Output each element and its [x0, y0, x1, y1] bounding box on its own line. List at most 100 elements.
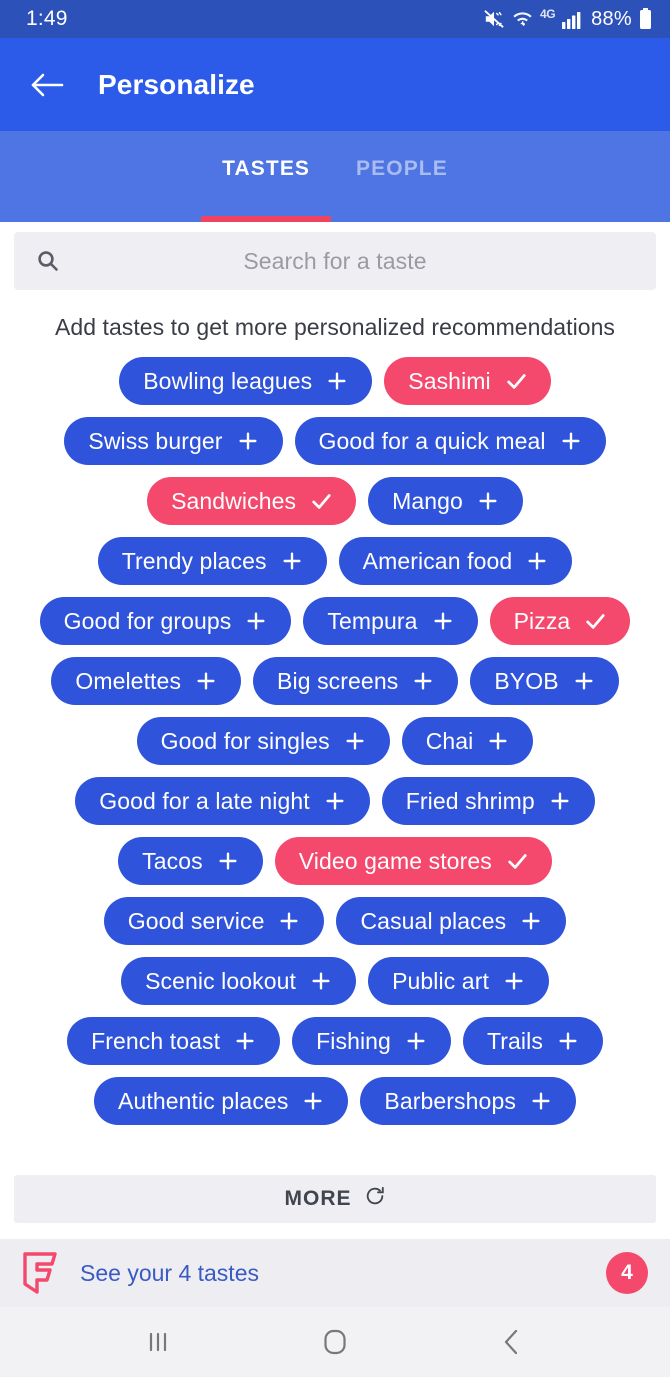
taste-chip[interactable]: Pizza — [489, 597, 631, 645]
taste-chip[interactable]: Sashimi — [384, 357, 551, 405]
taste-chip[interactable]: Trails — [462, 1017, 603, 1065]
chip-row: Trendy places American food — [6, 537, 664, 585]
taste-chip[interactable]: Casual places — [336, 897, 567, 945]
subtitle-text: Add tastes to get more personalized reco… — [55, 314, 615, 340]
taste-chip[interactable]: Scenic lookout — [121, 957, 357, 1005]
taste-chip-label: American food — [362, 547, 513, 574]
plus-icon — [234, 1030, 256, 1052]
taste-chip[interactable]: American food — [338, 537, 573, 585]
taste-chip-list: Bowling leagues Sashimi Swiss burger Good f… — [0, 357, 670, 1175]
taste-chip-label: Bowling leagues — [143, 367, 313, 394]
plus-icon — [278, 910, 300, 932]
taste-chip[interactable]: Good for a late night — [75, 777, 370, 825]
status-bar-icons: 4G 88% — [483, 7, 652, 31]
footer-link-label: See your 4 tastes — [80, 1259, 259, 1286]
taste-chip[interactable]: Swiss burger — [64, 417, 283, 465]
taste-chip[interactable]: Good for groups — [39, 597, 292, 645]
taste-chip[interactable]: Good for singles — [136, 717, 390, 765]
taste-chip[interactable]: Mango — [368, 477, 523, 525]
taste-chip[interactable]: Good for a quick meal — [294, 417, 606, 465]
taste-chip[interactable]: Video game stores — [274, 837, 552, 885]
taste-chip[interactable]: Tempura — [303, 597, 478, 645]
plus-icon — [245, 610, 267, 632]
personalize-screen: 1:49 4G 88% Personalize TASTES PEOPLE Se… — [0, 0, 670, 1377]
recents-icon[interactable] — [128, 1312, 188, 1372]
tab-tastes[interactable]: TASTES — [201, 157, 332, 222]
more-button-label: MORE — [284, 1187, 352, 1210]
android-nav-bar — [0, 1307, 670, 1377]
footer-bar[interactable]: See your 4 tastes 4 — [0, 1239, 670, 1307]
taste-chip[interactable]: Good service — [103, 897, 325, 945]
taste-chip[interactable]: Tacos — [118, 837, 263, 885]
taste-chip-label: Good for a late night — [99, 787, 310, 814]
plus-icon — [326, 370, 348, 392]
home-icon[interactable] — [305, 1312, 365, 1372]
wifi-icon — [512, 9, 533, 29]
taste-chip-label: Scenic lookout — [145, 967, 297, 994]
chip-row: Good for singles Chai — [6, 717, 664, 765]
plus-icon — [344, 730, 366, 752]
taste-chip[interactable]: French toast — [67, 1017, 281, 1065]
refresh-icon — [364, 1185, 386, 1213]
taste-count-badge: 4 — [606, 1252, 648, 1294]
plus-icon — [237, 430, 259, 452]
taste-chip-label: Fishing — [316, 1027, 391, 1054]
chip-row: Sandwiches Mango — [6, 477, 664, 525]
taste-chip-label: Authentic places — [118, 1087, 289, 1114]
search-icon — [36, 249, 60, 273]
plus-icon — [520, 910, 542, 932]
back-arrow-icon[interactable] — [24, 62, 70, 108]
taste-chip-label: Chai — [425, 727, 474, 754]
plus-icon — [530, 1090, 552, 1112]
back-chevron-icon[interactable] — [482, 1312, 542, 1372]
taste-chip-label: Swiss burger — [88, 427, 223, 454]
taste-chip[interactable]: Authentic places — [94, 1077, 349, 1125]
check-icon — [505, 370, 527, 392]
taste-chip[interactable]: BYOB — [470, 657, 619, 705]
battery-percent-label: 88% — [591, 7, 632, 30]
taste-chip[interactable]: Trendy places — [97, 537, 327, 585]
plus-icon — [573, 670, 595, 692]
taste-chip-label: Sandwiches — [171, 487, 297, 514]
taste-chip[interactable]: Fishing — [292, 1017, 451, 1065]
plus-icon — [549, 790, 571, 812]
taste-chip[interactable]: Fried shrimp — [381, 777, 595, 825]
taste-chip-label: Pizza — [513, 607, 571, 634]
taste-chip[interactable]: Omelettes — [51, 657, 242, 705]
chip-row: Authentic places Barbershops — [6, 1077, 664, 1125]
taste-chip[interactable]: Big screens — [253, 657, 459, 705]
plus-icon — [560, 430, 582, 452]
taste-chip-label: Public art — [392, 967, 489, 994]
plus-icon — [310, 970, 332, 992]
status-bar-time: 1:49 — [26, 7, 68, 30]
taste-chip[interactable]: Bowling leagues — [119, 357, 373, 405]
tab-bar: TASTES PEOPLE — [0, 131, 670, 222]
taste-chip[interactable]: Barbershops — [360, 1077, 576, 1125]
taste-chip[interactable]: Public art — [368, 957, 549, 1005]
taste-chip[interactable]: Sandwiches — [147, 477, 357, 525]
plus-icon — [412, 670, 434, 692]
search-input[interactable]: Search for a taste — [14, 232, 656, 290]
taste-chip-label: Big screens — [277, 667, 399, 694]
taste-chip-label: Fried shrimp — [405, 787, 535, 814]
taste-chip-label: Trails — [486, 1027, 543, 1054]
taste-chip-label: Video game stores — [298, 847, 492, 874]
taste-chip-label: Mango — [392, 487, 463, 514]
tab-people[interactable]: PEOPLE — [342, 157, 462, 222]
more-button[interactable]: MORE — [14, 1175, 656, 1223]
taste-chip-label: Casual places — [360, 907, 507, 934]
tab-tastes-label: TASTES — [222, 157, 311, 180]
tab-active-indicator — [201, 216, 332, 222]
lte-icon: 4G — [540, 7, 556, 21]
mute-vibrate-icon — [483, 9, 505, 29]
plus-icon — [557, 1030, 579, 1052]
taste-chip-label: French toast — [91, 1027, 221, 1054]
taste-chip-label: Good service — [127, 907, 265, 934]
chip-row: Good service Casual places — [6, 897, 664, 945]
chip-row: Omelettes Big screens BYOB — [6, 657, 664, 705]
taste-chip[interactable]: Chai — [401, 717, 534, 765]
page-title: Personalize — [98, 68, 255, 100]
foursquare-logo — [22, 1252, 58, 1294]
search-placeholder: Search for a taste — [243, 247, 427, 274]
taste-chip-label: Good for a quick meal — [318, 427, 546, 454]
